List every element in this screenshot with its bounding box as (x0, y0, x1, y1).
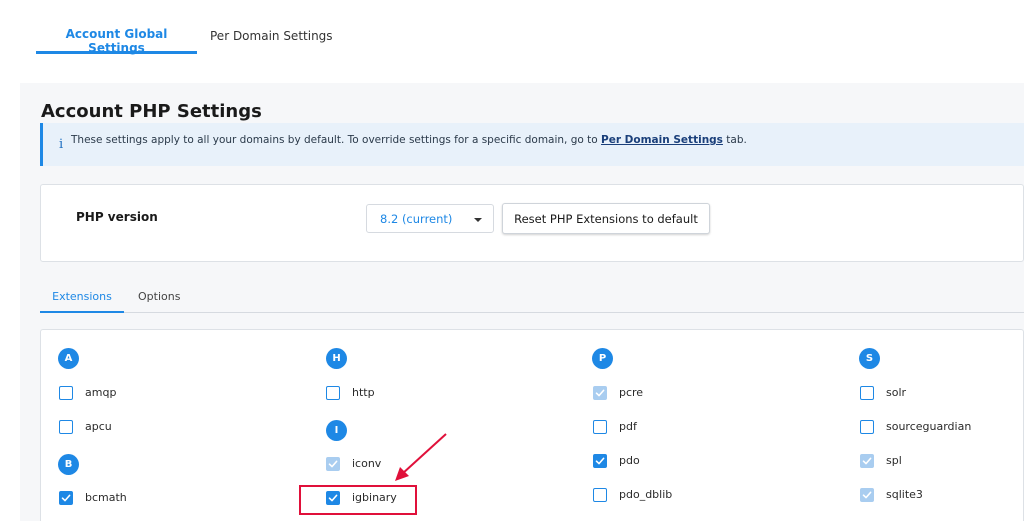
extension-checkbox[interactable] (326, 386, 340, 400)
extension-checkbox[interactable] (593, 386, 607, 400)
extension-checkbox[interactable] (860, 454, 874, 468)
tab-options[interactable]: Options (138, 290, 180, 303)
extension-label: solr (886, 386, 907, 399)
extension-checkbox[interactable] (326, 457, 340, 471)
reset-extensions-button[interactable]: Reset PHP Extensions to default (502, 203, 710, 234)
php-version-select[interactable]: 8.2 (current) (366, 204, 494, 233)
extension-checkbox[interactable] (593, 420, 607, 434)
extension-label: pdo (619, 454, 640, 467)
check-icon (61, 494, 71, 502)
extension-checkbox[interactable] (59, 386, 73, 400)
extension-label: bcmath (85, 491, 127, 504)
check-icon (862, 491, 872, 499)
info-text-after: tab. (722, 134, 747, 146)
page-title: Account PHP Settings (41, 101, 262, 122)
tab-extensions[interactable]: Extensions (40, 290, 124, 313)
extension-label: pcre (619, 386, 644, 399)
check-icon (862, 457, 872, 465)
extension-label: apcu (85, 420, 112, 433)
annotation-highlight-box (299, 485, 417, 515)
letter-badge-h: H (326, 348, 347, 369)
info-banner: i These settings apply to all your domai… (40, 123, 1024, 166)
extension-label: http (352, 386, 375, 399)
extension-label: sourceguardian (886, 420, 972, 433)
tab-account-global-settings[interactable]: Account Global Settings (36, 24, 197, 55)
letter-badge-p: P (592, 348, 613, 369)
extension-label: amqp (85, 386, 117, 399)
letter-badge-b: B (58, 454, 79, 475)
php-version-value: 8.2 (current) (380, 212, 453, 226)
extension-label: pdo_dblib (619, 488, 673, 501)
letter-badge-a: A (58, 348, 79, 369)
extension-checkbox[interactable] (593, 454, 607, 468)
chevron-down-icon (474, 218, 482, 222)
php-version-label: PHP version (76, 210, 158, 224)
tab-per-domain-settings[interactable]: Per Domain Settings (210, 24, 333, 54)
extension-label: sqlite3 (886, 488, 923, 501)
sub-tab-bar: Extensions Options (40, 278, 1024, 313)
extension-label: iconv (352, 457, 382, 470)
check-icon (328, 460, 338, 468)
letter-badge-s: S (859, 348, 880, 369)
extension-checkbox[interactable] (59, 420, 73, 434)
extension-checkbox[interactable] (860, 386, 874, 400)
extension-label: spl (886, 454, 902, 467)
info-text: These settings apply to all your domains… (71, 134, 747, 146)
letter-badge-i: I (326, 420, 347, 441)
extension-label: pdf (619, 420, 637, 433)
check-icon (595, 457, 605, 465)
info-icon: i (59, 137, 64, 152)
extension-checkbox[interactable] (59, 491, 73, 505)
per-domain-settings-link[interactable]: Per Domain Settings (601, 134, 723, 146)
extension-checkbox[interactable] (860, 488, 874, 502)
top-tab-bar: Account Global Settings Per Domain Setti… (0, 0, 1024, 83)
extension-checkbox[interactable] (860, 420, 874, 434)
info-text-before: These settings apply to all your domains… (71, 134, 602, 146)
check-icon (595, 389, 605, 397)
php-version-card: PHP version 8.2 (current) Reset PHP Exte… (40, 184, 1024, 262)
extension-checkbox[interactable] (593, 488, 607, 502)
